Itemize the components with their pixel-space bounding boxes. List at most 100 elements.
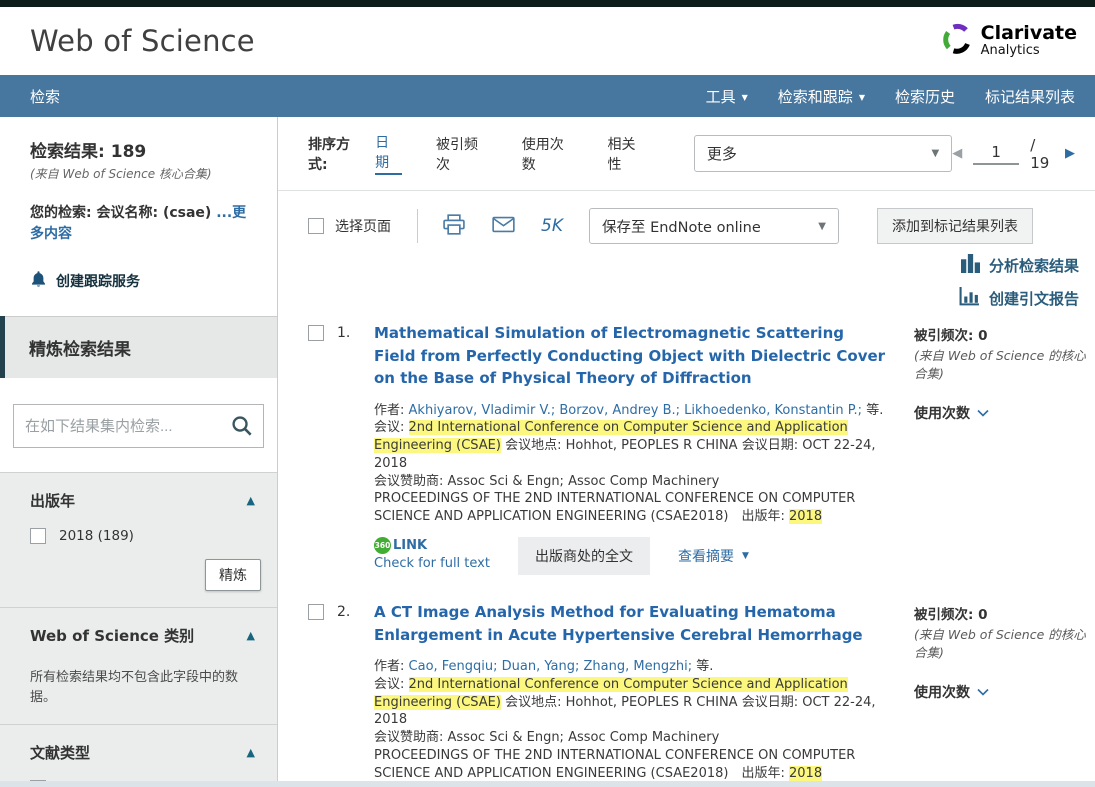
pagination: ◀ / 19 ▶ <box>952 136 1081 172</box>
result-citation-column: 被引频次: 0 (来自 Web of Science 的核心合集) 使用次数 <box>886 601 1086 787</box>
facet-title: Web of Science 类别 <box>30 625 194 646</box>
pub-year-label: 出版年: <box>741 509 784 524</box>
conference-label: 会议: <box>374 677 404 692</box>
chevron-down-icon <box>977 405 989 421</box>
your-search: 您的检索: 会议名称: (csae) ...更多内容 <box>30 203 251 245</box>
export-5k-link[interactable]: 5K <box>541 216 563 236</box>
app-title: Web of Science <box>30 24 255 58</box>
results-main: 排序方式: 日期 被引频次 使用次数 相关性 更多 ▼ ◀ / 19 ▶ <box>278 117 1095 787</box>
caret-down-icon: ▼ <box>859 93 865 102</box>
bottom-strip <box>0 781 1095 787</box>
sort-by-times-cited[interactable]: 被引频次 <box>436 134 490 174</box>
add-to-marked-list-button[interactable]: 添加到标记结果列表 <box>877 208 1033 244</box>
save-to-endnote-dropdown[interactable]: 保存至 EndNote online ▼ <box>589 208 839 244</box>
clarivate-wordmark: Clarivate Analytics <box>981 24 1077 58</box>
results-source: (来自 Web of Science 核心合集) <box>30 165 251 182</box>
collapse-arrow-icon[interactable]: ▲ <box>247 494 263 507</box>
caret-down-icon: ▼ <box>742 551 749 561</box>
results-count: 检索结果: 189 <box>30 137 251 162</box>
times-cited-value: 0 <box>978 607 987 623</box>
bar-chart-icon <box>961 254 980 277</box>
result-checkbox[interactable] <box>308 325 324 341</box>
prev-page-icon[interactable]: ◀ <box>952 146 962 161</box>
checkbox[interactable] <box>30 528 46 544</box>
envelope-icon[interactable] <box>492 216 515 237</box>
sponsor-value: Assoc Sci & Engn; Assoc Comp Machinery <box>448 474 720 489</box>
nav-search-history[interactable]: 检索历史 <box>895 86 955 107</box>
sort-by-usage[interactable]: 使用次数 <box>522 134 576 174</box>
result-checkbox[interactable] <box>308 604 324 620</box>
bell-icon <box>30 270 47 292</box>
result-footer: 360LINK Check for full text 出版商处的全文 查看摘要… <box>374 537 886 575</box>
create-alert-link[interactable]: 创建跟踪服务 <box>30 270 251 292</box>
sort-by-relevance[interactable]: 相关性 <box>608 134 648 174</box>
analyze-results-link[interactable]: 分析检索结果 <box>961 254 1079 277</box>
content: 检索结果: 189 (来自 Web of Science 核心合集) 您的检索:… <box>0 117 1095 787</box>
result-item-2: 2. A CT Image Analysis Method for Evalua… <box>308 601 1081 787</box>
facet-empty-note: 所有检索结果均不包含此字段中的数据。 <box>30 668 263 708</box>
author-links[interactable]: Cao, Fengqiu; Duan, Yang; Zhang, Mengzhi… <box>409 659 693 674</box>
times-cited-label: 被引频次: <box>914 328 973 344</box>
result-number: 1. <box>337 325 350 575</box>
nav-tools[interactable]: 工具▼ <box>706 86 748 107</box>
view-abstract-link[interactable]: 查看摘要▼ <box>678 546 749 566</box>
web-of-science-page: Web of Science Clarivate Analytics 检索 工具… <box>0 0 1095 787</box>
authors-label: 作者: <box>374 403 404 418</box>
sort-label: 排序方式: <box>308 134 367 174</box>
search-icon[interactable] <box>231 415 253 441</box>
result-actions: 分析检索结果 创建引文报告 <box>278 254 1079 310</box>
next-page-icon[interactable]: ▶ <box>1065 146 1075 161</box>
refine-results-heading: 精炼检索结果 <box>0 316 277 378</box>
times-cited-value: 0 <box>978 328 987 344</box>
conference-label: 会议: <box>374 420 404 435</box>
360link-icon: 360 <box>374 537 391 554</box>
sort-more-dropdown[interactable]: 更多 ▼ <box>694 135 952 172</box>
page-number-input[interactable] <box>973 143 1019 165</box>
result-title-link[interactable]: A CT Image Analysis Method for Evaluatin… <box>374 601 886 646</box>
chevron-down-icon <box>977 684 989 700</box>
result-title-link[interactable]: Mathematical Simulation of Electromagnet… <box>374 322 886 390</box>
caret-down-icon: ▼ <box>931 148 939 159</box>
refine-search-area <box>0 378 277 472</box>
facet-wos-categories: Web of Science 类别 ▲ 所有检索结果均不包含此字段中的数据。 <box>0 607 277 724</box>
sponsor-label: 会议赞助商: <box>374 730 443 745</box>
author-links[interactable]: Akhiyarov, Vladimir V.; Borzov, Andrey B… <box>409 403 863 418</box>
caret-down-icon: ▼ <box>742 93 748 102</box>
clarivate-logo-icon <box>941 23 973 59</box>
result-citation-column: 被引频次: 0 (来自 Web of Science 的核心合集) 使用次数 <box>886 322 1086 575</box>
times-cited-source: (来自 Web of Science 的核心合集) <box>914 626 1086 661</box>
sidebar: 检索结果: 189 (来自 Web of Science 核心合集) 您的检索:… <box>0 117 278 787</box>
sort-by-date[interactable]: 日期 <box>375 132 402 175</box>
pub-year-highlighted: 2018 <box>789 509 822 524</box>
times-cited-source: (来自 Web of Science 的核心合集) <box>914 347 1086 382</box>
usage-count-link[interactable]: 使用次数 <box>914 682 1086 702</box>
toolbar-divider <box>417 209 418 243</box>
citation-chart-icon <box>959 287 980 310</box>
create-citation-report-link[interactable]: 创建引文报告 <box>959 287 1079 310</box>
facet-title: 文献类型 <box>30 742 90 763</box>
printer-icon[interactable] <box>442 214 466 239</box>
etal-label: 等. <box>696 659 713 674</box>
usage-count-link[interactable]: 使用次数 <box>914 403 1086 423</box>
result-meta: 作者: Cao, Fengqiu; Duan, Yang; Zhang, Men… <box>374 658 886 783</box>
select-page-checkbox[interactable] <box>308 218 324 234</box>
publisher-full-text-button[interactable]: 出版商处的全文 <box>518 537 650 575</box>
360link-full-text[interactable]: 360LINK Check for full text <box>374 537 490 571</box>
nav-search-and-alerts[interactable]: 检索和跟踪▼ <box>778 86 865 107</box>
collapse-arrow-icon[interactable]: ▲ <box>247 629 263 642</box>
collapse-arrow-icon[interactable]: ▲ <box>247 746 263 759</box>
sponsor-label: 会议赞助商: <box>374 474 443 489</box>
facet-document-types: 文献类型 ▲ PROCEEDINGS PAPER (189) <box>0 724 277 787</box>
select-page-control: 选择页面 <box>308 216 391 236</box>
facet-option-2018: 2018 (189) <box>30 528 263 544</box>
page-total: / 19 <box>1030 136 1054 172</box>
refine-search-input[interactable] <box>13 404 264 448</box>
result-item-1: 1. Mathematical Simulation of Electromag… <box>308 322 1081 575</box>
nav-search[interactable]: 检索 <box>30 86 60 107</box>
nav-marked-list[interactable]: 标记结果列表 <box>985 86 1075 107</box>
caret-down-icon: ▼ <box>818 221 826 232</box>
refine-button[interactable]: 精炼 <box>205 559 261 591</box>
times-cited-label: 被引频次: <box>914 607 973 623</box>
results-list: 1. Mathematical Simulation of Electromag… <box>308 322 1081 787</box>
sponsor-value: Assoc Sci & Engn; Assoc Comp Machinery <box>448 730 720 745</box>
